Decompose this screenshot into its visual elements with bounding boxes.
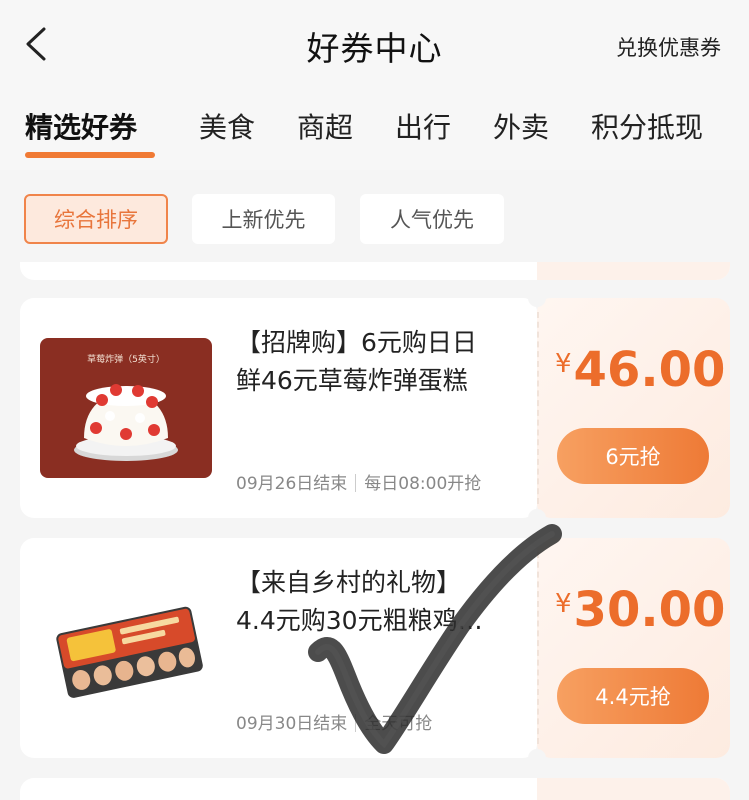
currency-symbol: ¥: [555, 349, 572, 379]
coupon-schedule: 全天可抢: [364, 714, 433, 734]
coupon-card-partial: [20, 778, 730, 800]
grab-coupon-button[interactable]: 6元抢: [557, 428, 709, 484]
coupon-divider: [537, 552, 539, 744]
price-value: 30.00: [573, 582, 726, 638]
coupon-end-date: 09月26日结束: [236, 474, 348, 494]
category-tabs: 精选好券 美食 商超 出行 外卖 积分抵现: [0, 90, 749, 170]
coupon-price: ¥46.00: [555, 342, 725, 398]
coupon-notch: [528, 509, 546, 527]
price-value: 46.00: [573, 342, 726, 398]
coupon-card-price-panel: [537, 538, 730, 758]
strawberry-cake-icon: 草莓炸弹（5英寸）: [40, 338, 212, 478]
sort-chip-overall[interactable]: 综合排序: [24, 194, 168, 244]
tab-food[interactable]: 美食: [199, 106, 255, 146]
coupon-card-partial-stub: [537, 778, 730, 800]
coupon-card-price-panel: [537, 298, 730, 518]
tab-featured[interactable]: 精选好券: [25, 106, 137, 146]
coupon-title-line: 4.4元购30元粗粮鸡…: [236, 606, 483, 635]
sort-chip-popular[interactable]: 人气优先: [360, 194, 504, 244]
redeem-coupon-link[interactable]: 兑换优惠券: [616, 32, 721, 62]
sort-chip-newest[interactable]: 上新优先: [192, 194, 335, 244]
coupon-card-partial-stub: [537, 262, 730, 280]
tab-travel[interactable]: 出行: [395, 106, 451, 146]
tab-supermarket[interactable]: 商超: [297, 106, 353, 146]
coupon-card-partial: [20, 262, 730, 280]
coupon-title: 【来自乡村的礼物】 4.4元购30元粗粮鸡…: [236, 564, 526, 640]
currency-symbol: ¥: [555, 589, 572, 619]
tab-points-cash[interactable]: 积分抵现: [591, 106, 703, 146]
coupon-card[interactable]: 【来自乡村的礼物】 4.4元购30元粗粮鸡… 09月30日结束 全天可抢 ¥30.…: [20, 529, 730, 767]
coupon-notch: [528, 289, 546, 307]
coupon-meta: 09月30日结束 全天可抢: [236, 709, 432, 734]
product-image: 草莓炸弹（5英寸）: [40, 338, 212, 478]
coupon-meta: 09月26日结束 每日08:00开抢: [236, 469, 481, 494]
coupon-divider: [537, 312, 539, 504]
sort-bar: 综合排序 上新优先 人气优先: [0, 170, 749, 265]
coupon-card[interactable]: 草莓炸弹（5英寸） 【招牌购】6元购日日 鲜46元草莓炸弹蛋糕 09月26日结束…: [20, 289, 730, 527]
grab-coupon-button[interactable]: 4.4元抢: [557, 668, 709, 724]
coupon-title: 【招牌购】6元购日日 鲜46元草莓炸弹蛋糕: [236, 324, 526, 400]
active-tab-indicator: [25, 152, 155, 158]
meta-separator: [355, 714, 357, 732]
egg-carton-icon: [40, 578, 212, 718]
coupon-notch: [528, 529, 546, 547]
coupon-title-line: 【来自乡村的礼物】: [236, 568, 462, 597]
coupon-title-line: 鲜46元草莓炸弹蛋糕: [236, 366, 468, 395]
coupon-schedule: 每日08:00开抢: [364, 474, 482, 494]
product-image: [40, 578, 212, 718]
coupon-end-date: 09月30日结束: [236, 714, 348, 734]
tab-takeout[interactable]: 外卖: [493, 106, 549, 146]
product-image-caption: 草莓炸弹（5英寸）: [87, 353, 165, 365]
coupon-price: ¥30.00: [555, 582, 725, 638]
coupon-title-line: 【招牌购】6元购日日: [236, 328, 477, 357]
meta-separator: [355, 474, 357, 492]
coupon-notch: [528, 749, 546, 767]
header: 好券中心 兑换优惠券: [0, 0, 749, 90]
